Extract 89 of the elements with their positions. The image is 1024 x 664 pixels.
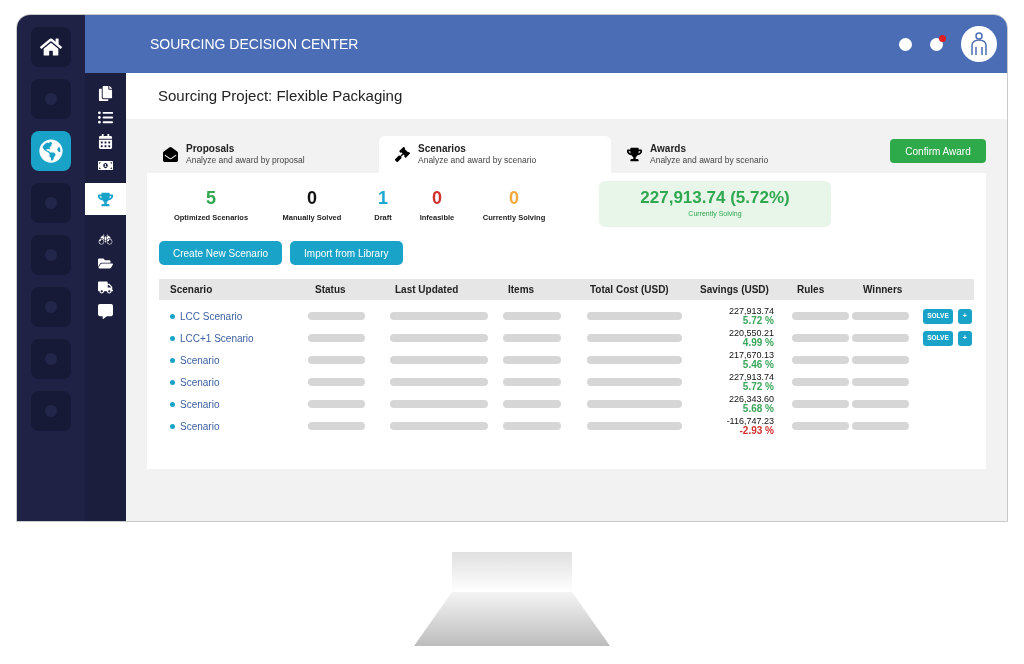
scenario-link[interactable]: Scenario — [180, 352, 220, 368]
placeholder-bar — [503, 334, 561, 342]
rail-tile[interactable] — [31, 131, 71, 171]
savings-percent: 5.68 % — [742, 404, 774, 414]
documents-icon — [98, 85, 113, 101]
bullet-icon — [170, 401, 175, 407]
savings-percent: 5.72 % — [742, 382, 774, 392]
list-icon — [98, 109, 113, 125]
placeholder-bar — [503, 312, 561, 320]
tab-subtitle: Analyze and award by scenario — [650, 155, 769, 167]
placeholder-bar — [792, 378, 849, 386]
tab-subtitle: Analyze and award by scenario — [418, 155, 537, 167]
scenario-link[interactable]: Scenario — [180, 418, 220, 434]
column-header: Rules — [796, 283, 826, 297]
placeholder-bar — [852, 312, 909, 320]
savings-percent: 4.99 % — [742, 338, 774, 348]
bullet-icon — [170, 357, 175, 363]
bullet-icon — [170, 379, 175, 385]
placeholder-bar — [503, 356, 561, 364]
column-header: Last Updated — [394, 283, 460, 297]
scenario-link[interactable]: LCC Scenario — [180, 308, 243, 324]
envelope-icon — [163, 147, 178, 162]
tab-title: Scenarios — [418, 142, 467, 156]
placeholder-bar — [792, 312, 849, 320]
app-title: SOURCING DECISION CENTER — [150, 34, 360, 54]
savings-amount: 220,550.21 — [728, 328, 774, 338]
placeholder-bar — [503, 400, 561, 408]
bullet-icon — [170, 335, 175, 341]
savings-amount: 227,913.74 — [728, 306, 774, 316]
stat-value: 0 — [509, 189, 519, 207]
scenario-link[interactable]: Scenario — [180, 396, 220, 412]
trophy-icon — [98, 191, 113, 207]
placeholder-bar — [503, 422, 561, 430]
placeholder-bar — [308, 312, 365, 320]
gavel-icon — [395, 147, 410, 162]
person-icon — [970, 32, 988, 56]
bullet-icon — [170, 313, 175, 319]
column-header: Winners — [862, 283, 904, 297]
placeholder-bar — [852, 356, 909, 364]
savings-amount: 217,670.13 — [728, 350, 774, 360]
placeholder-bar — [792, 356, 849, 364]
scenario-link[interactable]: LCC+1 Scenario — [180, 330, 254, 346]
column-header: Savings (USD) — [699, 283, 770, 297]
placeholder-bar — [792, 422, 849, 430]
tab-title: Awards — [650, 142, 687, 156]
globe-icon — [39, 139, 63, 163]
notification-icon[interactable] — [930, 37, 943, 51]
tab[interactable]: Proposals Analyze and award by proposal — [147, 136, 379, 173]
placeholder-bar — [308, 378, 365, 386]
savings-percent: 5.72 % — [742, 316, 774, 326]
column-header: Items — [507, 283, 536, 297]
home-icon — [40, 36, 62, 58]
savings-amount: 226,343.60 — [728, 394, 774, 404]
placeholder-bar — [308, 356, 365, 364]
home-button[interactable] — [31, 27, 71, 67]
stat-value: 0 — [432, 189, 442, 207]
placeholder-bar — [792, 400, 849, 408]
savings-amount: 227,913.74 — [728, 372, 774, 382]
placeholder-bar — [308, 400, 365, 408]
calendar-icon — [98, 133, 113, 149]
placeholder-bar — [308, 422, 365, 430]
summary-value: 227,913.74 (5.72%) — [640, 188, 790, 206]
column-header: Scenario — [169, 283, 214, 297]
page-title: Sourcing Project: Flexible Packaging — [158, 85, 403, 106]
placeholder-bar — [308, 334, 365, 342]
placeholder-bar — [852, 334, 909, 342]
avatar[interactable] — [961, 26, 997, 62]
placeholder-bar — [503, 378, 561, 386]
tab[interactable]: Scenarios Analyze and award by scenario — [379, 136, 611, 173]
chat-icon — [98, 303, 113, 319]
savings-percent: 5.46 % — [742, 360, 774, 370]
placeholder-bar — [852, 422, 909, 430]
savings-amount: -116,747.23 — [726, 416, 774, 426]
placeholder-bar — [852, 378, 909, 386]
stat-value: 0 — [307, 189, 317, 207]
column-header: Status — [314, 283, 347, 297]
tab-subtitle: Analyze and award by proposal — [186, 155, 305, 167]
tab[interactable]: Awards Analyze and award by scenario — [611, 136, 843, 173]
column-header: Total Cost (USD) — [589, 283, 670, 297]
savings-percent: -2.93 % — [739, 426, 774, 436]
trophy-icon — [627, 147, 642, 162]
stat-value: 5 — [206, 189, 216, 207]
bullet-icon — [170, 423, 175, 429]
tab-title: Proposals — [186, 142, 236, 156]
placeholder-bar — [792, 334, 849, 342]
scenario-link[interactable]: Scenario — [180, 374, 220, 390]
placeholder-bar — [852, 400, 909, 408]
truck-icon — [98, 279, 113, 295]
stat-value: 1 — [378, 189, 388, 207]
